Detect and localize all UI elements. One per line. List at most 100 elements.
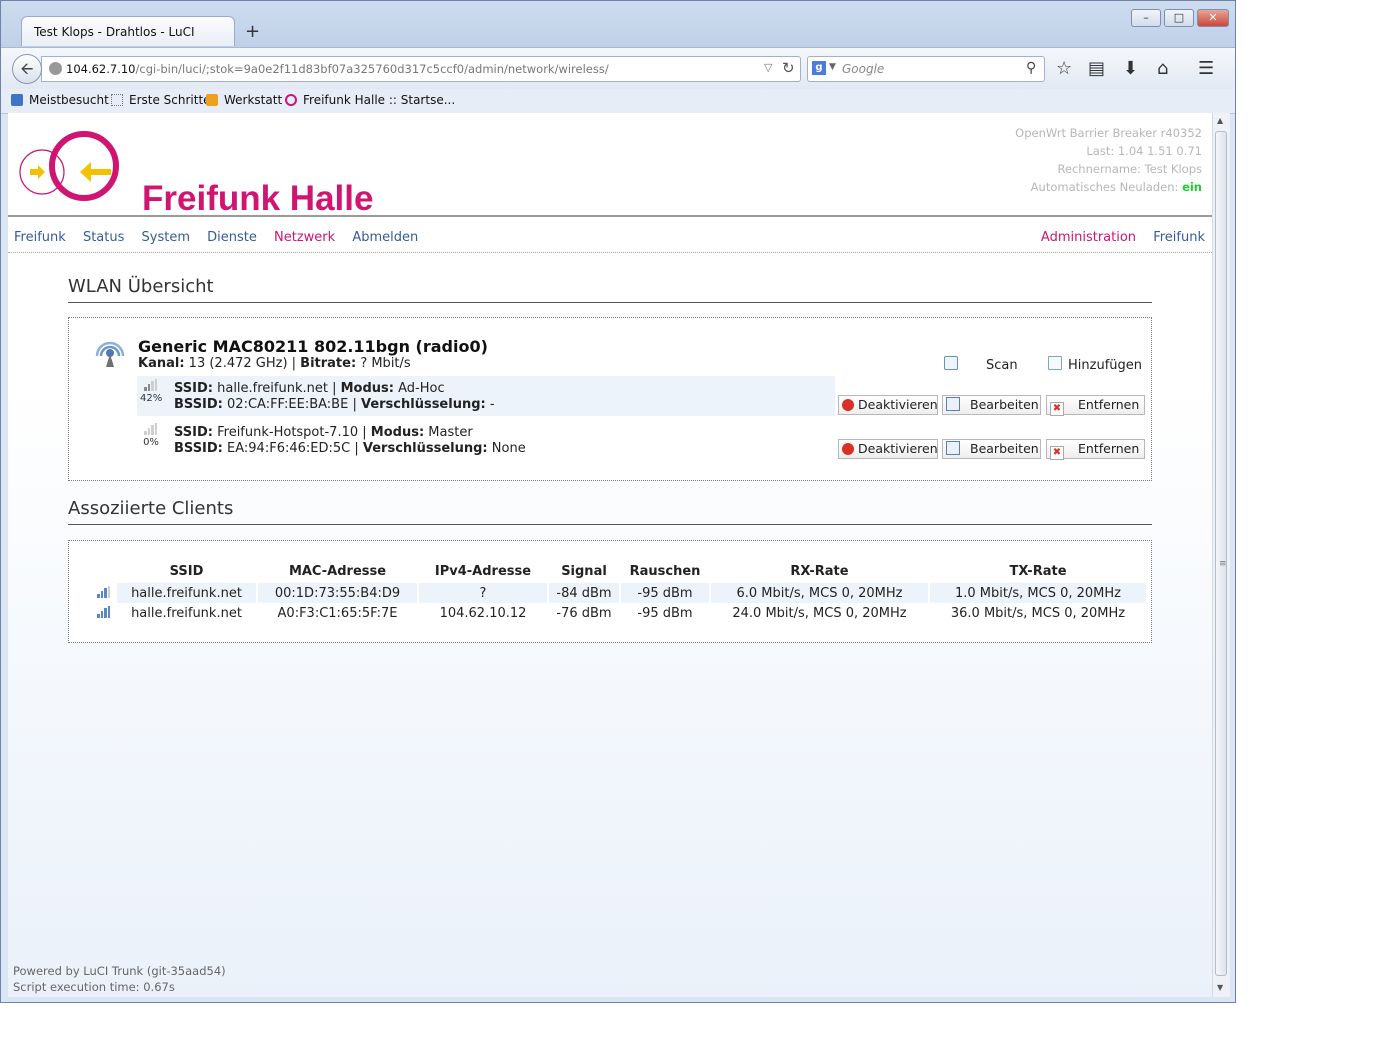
delete-icon: ✖ xyxy=(1050,402,1064,416)
home-icon[interactable]: ⌂ xyxy=(1157,58,1168,79)
scroll-grip-icon: ≡ xyxy=(1219,559,1227,569)
search-icon[interactable]: ⚲ xyxy=(1026,60,1036,76)
stop-icon xyxy=(842,399,854,411)
bssid-value: EA:94:F6:46:ED:5C xyxy=(227,441,351,456)
menu-item-system[interactable]: System xyxy=(142,230,190,245)
remove-button[interactable]: ✖ Entfernen xyxy=(1046,439,1145,460)
url-path: /cgi-bin/luci/;stok=9a0e2f11d83bf07a3257… xyxy=(135,62,609,76)
vertical-scrollbar[interactable]: ▲ ≡ ▼ xyxy=(1212,113,1230,997)
column-header: IPv4-Adresse xyxy=(434,563,532,579)
menu-icon[interactable]: ☰ xyxy=(1198,58,1214,79)
signal-bars-icon xyxy=(144,423,158,435)
back-button[interactable]: 🡨 xyxy=(12,54,42,84)
deactivate-label: Deaktivieren xyxy=(858,441,938,456)
table-cell: ? xyxy=(419,583,547,603)
signal-bars-icon xyxy=(97,586,111,598)
edit-button[interactable]: Bearbeiten xyxy=(942,439,1041,459)
header-divider xyxy=(8,215,1212,217)
remove-button[interactable]: ✖ Entfernen xyxy=(1046,395,1145,416)
add-icon xyxy=(1048,356,1062,370)
table-row: halle.freifunk.net A0:F3:C1:65:5F:7E 104… xyxy=(93,603,1146,623)
firmware-version: OpenWrt Barrier Breaker r40352 xyxy=(1015,126,1202,140)
maximize-button[interactable]: □ xyxy=(1164,9,1194,27)
system-info: OpenWrt Barrier Breaker r40352 Last: 1.0… xyxy=(1015,124,1202,196)
column-header: TX-Rate xyxy=(1009,563,1067,579)
menu-divider xyxy=(8,252,1212,253)
mode-value: Ad-Hoc xyxy=(398,381,445,396)
powered-by: Powered by LuCI Trunk (git-35aad54) xyxy=(13,964,226,978)
auto-refresh-toggle[interactable]: ein xyxy=(1182,180,1202,194)
table-cell: 00:1D:73:55:B4:D9 xyxy=(258,583,417,603)
bookmark-werkstatt[interactable]: Werkstatt xyxy=(206,93,282,107)
network-actions: Deaktivieren Bearbeiten ✖ Entfernen xyxy=(835,420,1145,460)
menu-item-freifunk-mode[interactable]: Freifunk xyxy=(1153,230,1205,245)
network-actions: Deaktivieren Bearbeiten ✖ Entfernen xyxy=(835,376,1145,416)
deactivate-button[interactable]: Deaktivieren xyxy=(838,439,938,459)
load-average: Last: 1.04 1.51 0.71 xyxy=(1086,144,1202,158)
mode-value: Master xyxy=(428,425,473,440)
bookmark-meistbesucht[interactable]: Meistbesucht xyxy=(11,93,109,107)
column-header: Signal xyxy=(561,563,607,579)
scan-icon xyxy=(944,356,958,370)
menu-item-administration[interactable]: Administration xyxy=(1041,230,1136,245)
clients-table: SSID MAC-Adresse IPv4-Adresse Signal Rau… xyxy=(91,559,1148,623)
clients-box: SSID MAC-Adresse IPv4-Adresse Signal Rau… xyxy=(68,540,1152,643)
globe-icon xyxy=(49,62,62,75)
mode-menu: Administration Freifunk xyxy=(1041,230,1212,245)
signal-bars-icon xyxy=(97,606,111,618)
google-search-engine-icon[interactable]: g xyxy=(812,61,826,75)
new-tab-button[interactable]: + xyxy=(245,21,260,42)
minimize-button[interactable]: – xyxy=(1131,9,1161,27)
bookmark-erste-schritte[interactable]: Erste Schritte xyxy=(111,93,211,107)
deactivate-button[interactable]: Deaktivieren xyxy=(838,395,938,415)
scan-button[interactable]: Scan xyxy=(944,356,1018,373)
wlan-section-rule xyxy=(68,302,1152,303)
freifunk-logo[interactable] xyxy=(18,128,130,206)
mode-label: Modus: xyxy=(340,381,394,396)
network-info: SSID: Freifunk-Hotspot-7.10 | Modus: Mas… xyxy=(174,425,526,456)
search-engine-dropdown-icon[interactable]: ▼ xyxy=(829,62,836,72)
bookmark-freifunk-halle[interactable]: Freifunk Halle :: Startse... xyxy=(285,93,455,107)
add-network-button[interactable]: Hinzufügen xyxy=(1048,356,1142,373)
close-window-button[interactable]: ✕ xyxy=(1197,9,1229,27)
ssid-value: Freifunk-Hotspot-7.10 xyxy=(217,425,359,440)
bssid-label: BSSID: xyxy=(174,397,223,412)
kanal-value: 13 (2.472 GHz) xyxy=(188,356,288,371)
signal-strength: 0% xyxy=(140,423,162,448)
scan-label: Scan xyxy=(986,358,1018,373)
column-header: MAC-Adresse xyxy=(288,563,387,579)
edit-button[interactable]: Bearbeiten xyxy=(942,395,1041,415)
url-bar[interactable]: 104.62.7.10/cgi-bin/luci/;stok=9a0e2f11d… xyxy=(41,56,801,82)
menu-item-freifunk[interactable]: Freifunk xyxy=(14,230,66,245)
menu-item-netzwerk[interactable]: Netzwerk xyxy=(274,230,335,245)
table-header-row: SSID MAC-Adresse IPv4-Adresse Signal Rau… xyxy=(93,559,1146,583)
bookmarks-list-icon[interactable]: ▤ xyxy=(1088,58,1105,79)
navigation-bar: 104.62.7.10/cgi-bin/luci/;stok=9a0e2f11d… xyxy=(1,47,1235,90)
column-header: Rauschen xyxy=(629,563,701,579)
column-header: SSID xyxy=(169,563,204,579)
download-icon[interactable]: ⬇ xyxy=(1123,58,1138,79)
bssid-label: BSSID: xyxy=(174,441,223,456)
bitrate-value: ? Mbit/s xyxy=(360,356,411,371)
url-history-dropdown-icon[interactable]: ▽ xyxy=(764,61,772,74)
menu-item-dienste[interactable]: Dienste xyxy=(207,230,257,245)
table-cell: A0:F3:C1:65:5F:7E xyxy=(277,605,398,621)
add-label: Hinzufügen xyxy=(1068,358,1142,373)
menu-item-abmelden[interactable]: Abmelden xyxy=(352,230,418,245)
bookmark-star-icon[interactable]: ☆ xyxy=(1056,58,1072,79)
table-cell: 24.0 Mbit/s, MCS 0, 20MHz xyxy=(732,605,907,621)
browser-tab[interactable]: Test Klops - Drahtlos - LuCI xyxy=(21,16,235,46)
client-signal-cell xyxy=(93,603,115,623)
scrollbar-thumb[interactable]: ≡ xyxy=(1215,131,1227,976)
site-title[interactable]: Freifunk Halle xyxy=(142,179,373,219)
rss-feed-icon xyxy=(206,94,218,106)
table-cell: -95 dBm xyxy=(637,605,693,621)
execution-time: Script execution time: 0.67s xyxy=(13,980,175,994)
menu-item-status[interactable]: Status xyxy=(83,230,124,245)
mode-label: Modus: xyxy=(370,425,425,440)
scroll-up-arrow-icon[interactable]: ▲ xyxy=(1217,116,1223,125)
table-cell: halle.freifunk.net xyxy=(131,605,242,621)
scroll-down-arrow-icon[interactable]: ▼ xyxy=(1217,983,1223,992)
reload-icon[interactable]: ↻ xyxy=(782,59,795,77)
search-bar[interactable]: g ▼ Google ⚲ xyxy=(807,56,1045,82)
